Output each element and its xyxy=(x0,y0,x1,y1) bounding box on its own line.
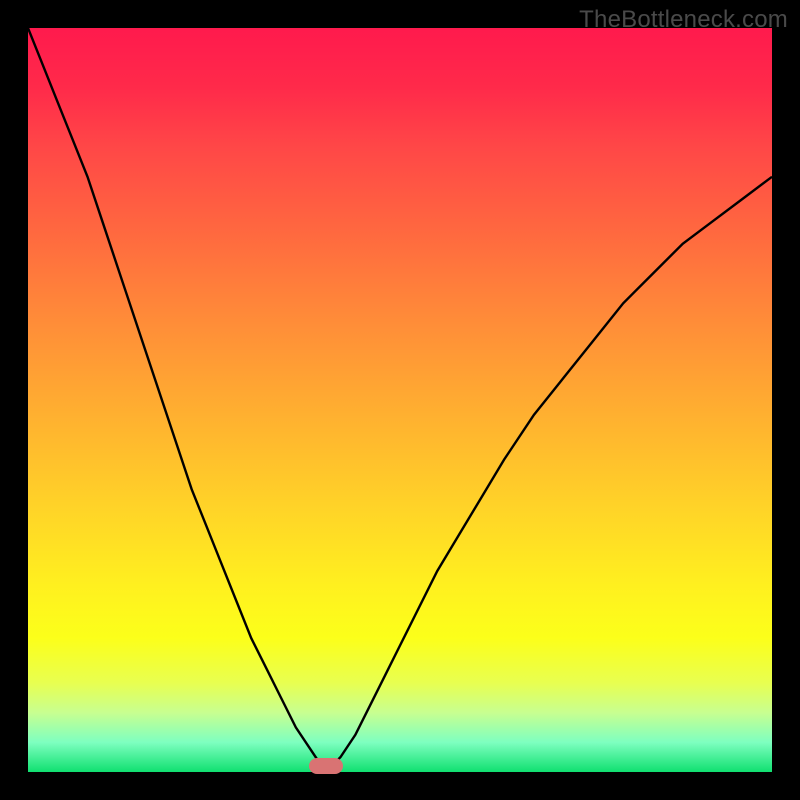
curve-layer xyxy=(28,28,772,772)
min-marker xyxy=(309,758,343,774)
chart-root: TheBottleneck.com xyxy=(0,0,800,800)
curve-left-branch xyxy=(28,28,326,768)
curve-right-branch xyxy=(333,177,772,765)
watermark-text: TheBottleneck.com xyxy=(579,6,788,34)
plot-area xyxy=(28,28,772,772)
